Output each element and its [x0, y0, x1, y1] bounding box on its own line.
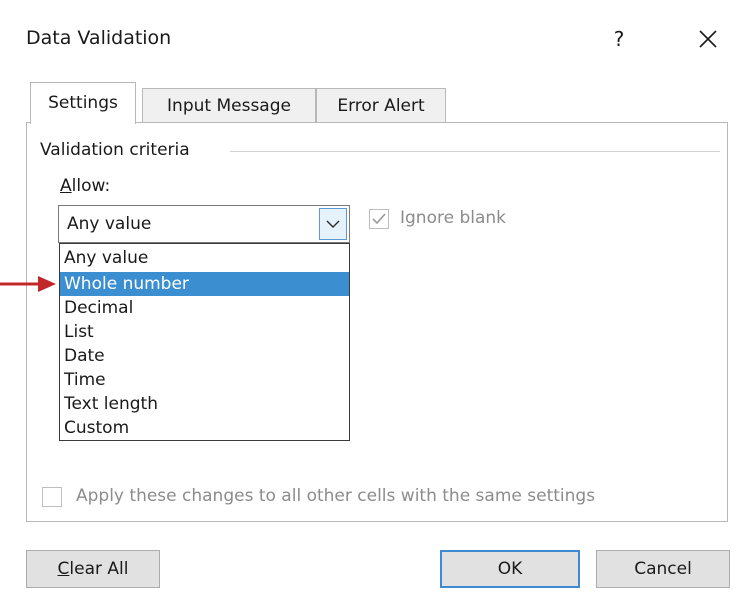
- allow-combobox-value: Any value: [67, 214, 152, 234]
- apply-all-checkbox[interactable]: [42, 487, 62, 507]
- ignore-blank-checkbox[interactable]: [369, 209, 389, 229]
- apply-all-label: Apply these changes to all other cells w…: [76, 486, 596, 506]
- checkmark-icon: [372, 213, 386, 225]
- dialog-title: Data Validation: [26, 27, 172, 49]
- allow-dropdown-list[interactable]: Any value Whole number Decimal List Date…: [59, 243, 350, 441]
- title-bar: Data Validation ?: [0, 0, 752, 76]
- list-item-date[interactable]: Date: [60, 344, 349, 368]
- list-item-time[interactable]: Time: [60, 368, 349, 392]
- list-item-whole-number[interactable]: Whole number: [60, 272, 349, 296]
- clear-all-button[interactable]: Clear All: [26, 550, 160, 588]
- tab-settings[interactable]: Settings: [30, 82, 136, 124]
- allow-label-accesskey: A: [60, 176, 72, 196]
- list-item-decimal[interactable]: Decimal: [60, 296, 349, 320]
- close-button[interactable]: [688, 20, 728, 58]
- data-validation-dialog: Data Validation ? Settings Input Message…: [0, 0, 752, 601]
- validation-criteria-label: Validation criteria: [40, 140, 198, 160]
- allow-combobox[interactable]: Any value: [58, 205, 350, 243]
- tab-error-alert[interactable]: Error Alert: [316, 88, 446, 122]
- arrow-right-icon: [0, 276, 56, 292]
- close-icon: [699, 30, 717, 48]
- tab-strip: Settings Input Message Error Alert: [26, 80, 726, 124]
- clear-all-text: lear All: [69, 559, 129, 579]
- ignore-blank-label: Ignore blank: [400, 208, 507, 228]
- allow-label: Allow:: [60, 176, 110, 196]
- help-button[interactable]: ?: [604, 22, 634, 56]
- list-item-custom[interactable]: Custom: [60, 416, 349, 440]
- allow-dropdown-button[interactable]: [319, 208, 347, 240]
- list-item-list[interactable]: List: [60, 320, 349, 344]
- ok-button[interactable]: OK: [440, 550, 580, 588]
- allow-label-text: llow:: [71, 176, 111, 196]
- list-item-text-length[interactable]: Text length: [60, 392, 349, 416]
- clear-all-accesskey: C: [57, 559, 70, 579]
- group-divider: [230, 151, 720, 152]
- tab-input-message[interactable]: Input Message: [142, 88, 316, 122]
- list-item-any-value[interactable]: Any value: [60, 246, 349, 270]
- cancel-button[interactable]: Cancel: [596, 550, 730, 588]
- chevron-down-icon: [326, 220, 340, 228]
